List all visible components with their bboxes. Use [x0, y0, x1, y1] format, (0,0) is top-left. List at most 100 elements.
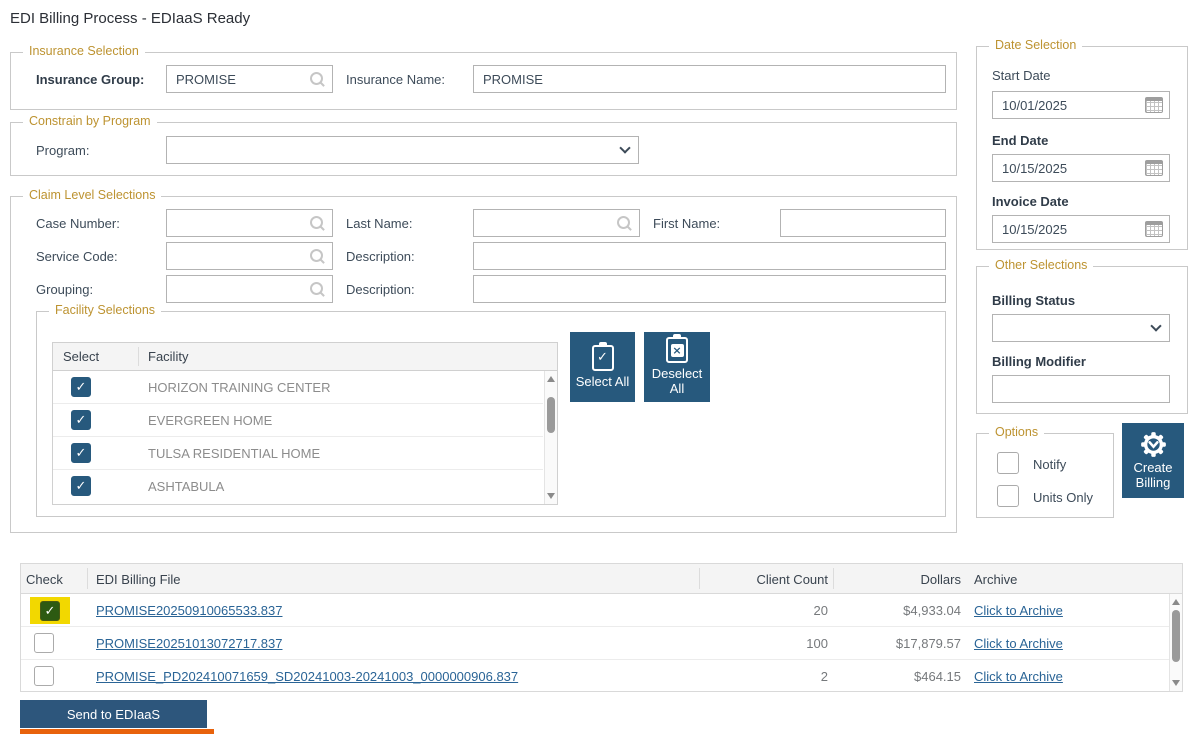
search-icon: [616, 215, 632, 231]
invoice-date-field-wrap: [992, 215, 1170, 243]
invoice-date-input[interactable]: [993, 222, 1145, 237]
facility-row: HORIZON TRAINING CENTER: [53, 371, 543, 404]
facility-checkbox[interactable]: [71, 377, 91, 397]
facility-checkbox[interactable]: [71, 443, 91, 463]
archive-link[interactable]: Click to Archive: [974, 669, 1063, 684]
scroll-thumb[interactable]: [547, 397, 555, 433]
first-name-field-wrap: [780, 209, 946, 237]
billing-file-link[interactable]: PROMISE20250910065533.837: [96, 603, 282, 618]
last-name-field-wrap: [473, 209, 640, 237]
col-archive: Archive: [974, 572, 1017, 587]
start-date-input[interactable]: [993, 98, 1145, 113]
edi-billing-screen: EDI Billing Process - EDIaaS Ready Insur…: [0, 0, 1199, 736]
facility-col-facility: Facility: [148, 349, 188, 364]
header-divider: [138, 347, 139, 366]
notify-checkbox[interactable]: [997, 452, 1019, 474]
billing-file-link[interactable]: PROMISE_PD202410071659_SD20241003-202410…: [96, 669, 518, 684]
facility-name: EVERGREEN HOME: [148, 413, 272, 428]
billing-file-row: PROMISE_PD202410071659_SD20241003-202410…: [21, 660, 1182, 693]
client-count-value: 2: [699, 669, 828, 684]
service-code-input[interactable]: [167, 249, 309, 264]
facility-scrollbar[interactable]: [544, 371, 557, 504]
start-date-field-wrap: [992, 91, 1170, 119]
dollars-value: $17,879.57: [833, 636, 961, 651]
grouping-input[interactable]: [167, 282, 309, 297]
deselect-all-button[interactable]: Deselect All: [644, 332, 710, 402]
date-selection-legend: Date Selection: [989, 38, 1082, 52]
constrain-by-program-panel: Constrain by Program Program:: [10, 122, 957, 176]
facility-checkbox[interactable]: [71, 410, 91, 430]
calendar-icon[interactable]: [1145, 97, 1163, 113]
insurance-selection-panel: Insurance Selection Insurance Group: Ins…: [10, 52, 957, 110]
facility-table-header: Select Facility: [53, 343, 557, 371]
program-select[interactable]: [166, 136, 639, 164]
scroll-down-icon[interactable]: [547, 493, 555, 499]
service-description-label: Description:: [346, 249, 415, 264]
scroll-down-icon[interactable]: [1172, 680, 1180, 686]
chevron-down-icon: [1150, 320, 1161, 331]
scroll-up-icon[interactable]: [547, 376, 555, 382]
file-checkbox[interactable]: [40, 601, 60, 621]
insurance-group-field-wrap: [166, 65, 333, 93]
scroll-thumb[interactable]: [1172, 610, 1180, 662]
search-icon: [309, 281, 325, 297]
insurance-name-input[interactable]: [474, 72, 945, 87]
send-to-ediaas-label: Send to EDIaaS: [67, 707, 160, 722]
click-highlight: [30, 597, 70, 624]
calendar-icon[interactable]: [1145, 160, 1163, 176]
file-checkbox[interactable]: [34, 633, 54, 653]
grouping-description-input[interactable]: [474, 282, 945, 297]
other-selections-legend: Other Selections: [989, 258, 1093, 272]
constrain-by-program-legend: Constrain by Program: [23, 114, 157, 128]
last-name-input[interactable]: [474, 216, 616, 231]
dollars-value: $4,933.04: [833, 603, 961, 618]
create-billing-button[interactable]: Create Billing: [1122, 423, 1184, 498]
facility-checkbox[interactable]: [71, 476, 91, 496]
service-code-label: Service Code:: [36, 249, 118, 264]
select-all-button[interactable]: Select All: [570, 332, 635, 402]
scroll-up-icon[interactable]: [1172, 599, 1180, 605]
end-date-field-wrap: [992, 154, 1170, 182]
billing-status-select[interactable]: [992, 314, 1170, 342]
end-date-label: End Date: [992, 133, 1048, 148]
grouping-field-wrap: [166, 275, 333, 303]
invoice-date-label: Invoice Date: [992, 194, 1069, 209]
end-date-input[interactable]: [993, 161, 1145, 176]
file-checkbox[interactable]: [34, 666, 54, 686]
billing-modifier-label: Billing Modifier: [992, 354, 1086, 369]
billing-modifier-input[interactable]: [993, 382, 1169, 397]
start-date-label: Start Date: [992, 68, 1051, 83]
service-description-field-wrap: [473, 242, 946, 270]
calendar-icon[interactable]: [1145, 221, 1163, 237]
facility-name: TULSA RESIDENTIAL HOME: [148, 446, 320, 461]
facility-table: Select Facility HORIZON TRAINING CENTER …: [52, 342, 558, 505]
facility-row: ASHTABULA: [53, 470, 543, 503]
facility-selections-legend: Facility Selections: [49, 303, 161, 317]
search-icon: [309, 248, 325, 264]
first-name-input[interactable]: [781, 216, 945, 231]
billing-files-table: Check EDI Billing File Client Count Doll…: [20, 563, 1183, 692]
search-icon: [309, 71, 325, 87]
search-icon: [309, 215, 325, 231]
clipboard-check-icon: [592, 345, 614, 371]
client-count-value: 20: [699, 603, 828, 618]
case-number-input[interactable]: [167, 216, 309, 231]
archive-link[interactable]: Click to Archive: [974, 636, 1063, 651]
date-selection-panel: Date Selection Start Date End Date Invoi…: [976, 46, 1188, 250]
grouping-description-field-wrap: [473, 275, 946, 303]
facility-name: HORIZON TRAINING CENTER: [148, 380, 331, 395]
click-underline-highlight: [20, 729, 214, 734]
billing-table-scrollbar[interactable]: [1169, 594, 1182, 691]
deselect-all-label: Deselect All: [644, 367, 710, 397]
dollars-value: $464.15: [833, 669, 961, 684]
send-to-ediaas-button[interactable]: Send to EDIaaS: [20, 700, 207, 728]
archive-link[interactable]: Click to Archive: [974, 603, 1063, 618]
billing-file-link[interactable]: PROMISE20251013072717.837: [96, 636, 282, 651]
insurance-group-input[interactable]: [167, 72, 309, 87]
claim-level-selections-panel: Claim Level Selections Case Number: Last…: [10, 196, 957, 533]
service-description-input[interactable]: [474, 249, 945, 264]
facility-row: TULSA RESIDENTIAL HOME: [53, 437, 543, 470]
grouping-description-label: Description:: [346, 282, 415, 297]
units-only-checkbox[interactable]: [997, 485, 1019, 507]
header-divider: [87, 568, 88, 589]
